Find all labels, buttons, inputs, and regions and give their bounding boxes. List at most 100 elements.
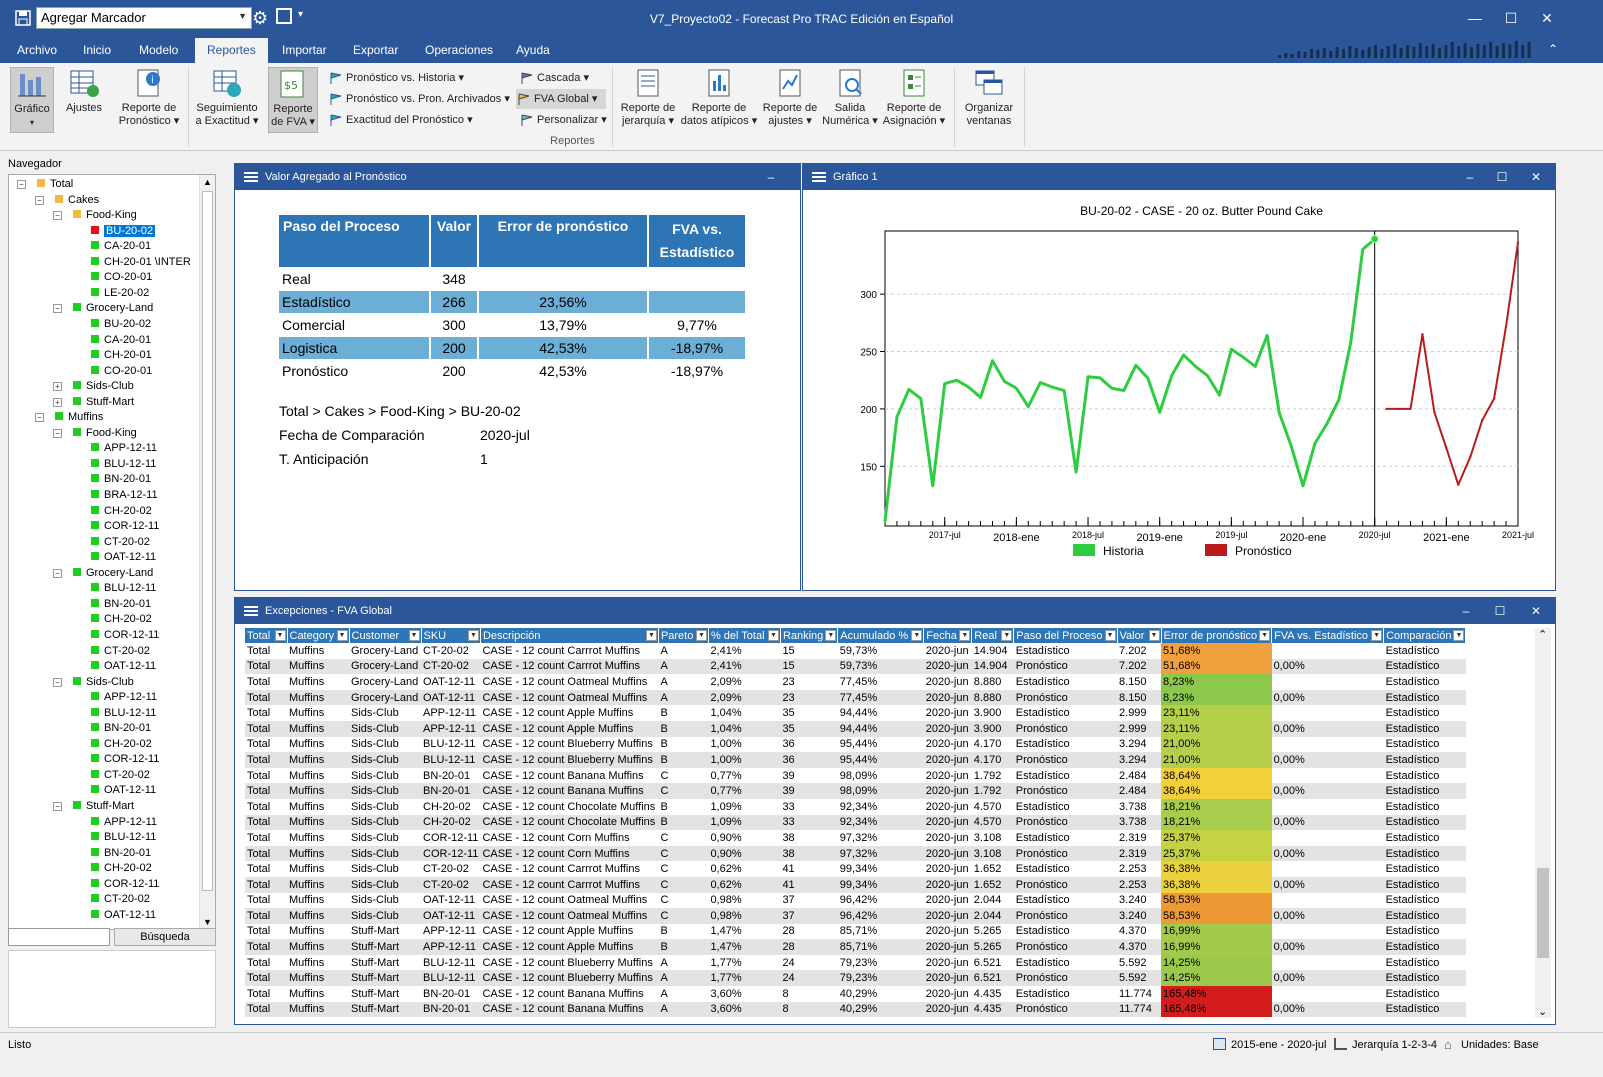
grid-header[interactable]: FVA vs. Estadístico ▼ [1271, 628, 1385, 643]
tab-reportes[interactable]: Reportes [195, 38, 268, 63]
tree-node[interactable]: BN-20-01 [91, 472, 151, 487]
grid-header[interactable]: SKU ▼ [421, 628, 481, 643]
tree-node[interactable]: CO-20-01 [91, 270, 152, 285]
scroll-down-icon[interactable]: ⌄ [1538, 1005, 1547, 1018]
tree-node[interactable]: LE-20-02 [91, 286, 149, 301]
table-row[interactable]: Total Muffins Sids-Club APP-12-11 CASE - 12 … [245, 720, 1466, 737]
expand-icon[interactable]: + [53, 397, 62, 407]
reporte-fva-button[interactable]: $5 Reporte de FVA ▾ [268, 67, 318, 133]
tree-node[interactable]: COR-12-11 [91, 877, 159, 892]
tab-ayuda[interactable]: Ayuda [507, 38, 559, 63]
close-panel-button[interactable]: ✕ [1523, 598, 1549, 624]
tab-archivo[interactable]: Archivo [8, 38, 66, 63]
grid-header[interactable]: Pareto ▼ [658, 628, 709, 643]
grid-header[interactable]: Comparación ▼ [1383, 628, 1467, 643]
grafico-button[interactable]: Gráfico ▾ [10, 67, 54, 133]
grid-header[interactable]: Paso del Proceso ▼ [1013, 628, 1118, 643]
tree-node[interactable]: BLU-12-11 [91, 706, 156, 721]
scroll-thumb[interactable] [202, 191, 213, 891]
maximize-button[interactable]: ☐ [1494, 6, 1528, 30]
table-row[interactable]: Total Muffins Sids-Club BLU-12-11 CASE - 12 … [245, 736, 1466, 753]
table-row[interactable]: Total Muffins Grocery-Land OAT-12-11 CASE - … [245, 674, 1466, 690]
search-button[interactable]: Búsqueda [114, 928, 216, 946]
table-row[interactable]: Total Muffins Sids-Club COR-12-11 CASE - 12 … [245, 845, 1466, 862]
hamburger-icon[interactable] [244, 172, 258, 182]
maximize-panel-button[interactable]: ☐ [1487, 598, 1513, 624]
tree-node[interactable]: CO-20-01 [91, 364, 152, 379]
ajustes-button[interactable]: Ajustes [60, 67, 108, 133]
tab-modelo[interactable]: Modelo [130, 38, 187, 63]
forecast-chart[interactable]: BU-20-02 - CASE - 20 oz. Butter Pound Ca… [803, 190, 1555, 590]
table-row[interactable]: Total Muffins Grocery-Land CT-20-02 CASE - 1… [245, 658, 1466, 675]
table-row[interactable]: Total Muffins Stuff-Mart BLU-12-11 CASE - 12… [245, 954, 1466, 971]
minimize-panel-button[interactable]: – [1453, 598, 1479, 624]
tree-node[interactable]: − Food-King [53, 208, 137, 223]
grid-scrollbar[interactable]: ⌃ ⌄ [1535, 628, 1551, 1018]
tree-node[interactable]: APP-12-11 [91, 815, 157, 830]
tree-node[interactable]: CT-20-02 [91, 535, 150, 550]
tree-node[interactable]: CH-20-01 [91, 348, 152, 363]
status-hierarchy[interactable]: Jerarquía 1-2-3-4 [1352, 1039, 1437, 1051]
minimize-panel-button[interactable]: – [758, 164, 784, 190]
grid-header[interactable]: Acumulado % ▼ [837, 628, 925, 643]
table-row[interactable]: Total Muffins Sids-Club OAT-12-11 CASE - 12 … [245, 908, 1466, 924]
tree-node[interactable]: CH-20-02 [91, 737, 152, 752]
expand-icon[interactable]: + [53, 382, 62, 392]
filter-dropdown-icon[interactable]: ▼ [645, 630, 657, 641]
tree-node[interactable]: COR-12-11 [91, 519, 159, 534]
tree-node[interactable]: OAT-12-11 [91, 659, 156, 674]
collapse-icon[interactable]: − [53, 304, 62, 314]
table-row[interactable]: Total Muffins Sids-Club CH-20-02 CASE - 12 c… [245, 798, 1466, 815]
tree-node[interactable]: − Grocery-Land [53, 566, 153, 581]
pron-vs-historia-button[interactable]: Pronóstico vs. Historia ▾ [328, 68, 464, 88]
tree-node[interactable]: BN-20-01 [91, 597, 151, 612]
grid-header[interactable]: Category ▼ [287, 628, 350, 643]
table-row[interactable]: Total Muffins Stuff-Mart APP-12-11 CASE - 12… [245, 923, 1466, 940]
table-row[interactable]: Total Muffins Sids-Club OAT-12-11 CASE - 12 … [245, 892, 1466, 909]
collapse-icon[interactable]: − [53, 568, 62, 578]
table-row[interactable]: Total Muffins Sids-Club COR-12-11 CASE - 12 … [245, 830, 1466, 846]
tree-node[interactable]: BU-20-02 [91, 224, 156, 239]
minimize-panel-button[interactable]: – [1457, 164, 1483, 190]
table-row[interactable]: Total Muffins Stuff-Mart BLU-12-11 CASE - 12… [245, 970, 1466, 987]
scroll-down-icon[interactable]: ▼ [203, 917, 212, 927]
table-row[interactable]: Total Muffins Stuff-Mart APP-12-11 CASE - 12… [245, 939, 1466, 955]
tree-scrollbar[interactable]: ▲ ▼ [199, 175, 215, 929]
grid-header[interactable]: Real ▼ [971, 628, 1015, 643]
navigator-tree[interactable]: − Total − Cakes − Food-King BU-20-02 CA-20-01 CH… [8, 174, 216, 930]
filter-dropdown-icon[interactable]: ▼ [1259, 630, 1271, 641]
table-row[interactable]: Total Muffins Grocery-Land OAT-12-11 CASE - … [245, 689, 1466, 706]
grid-header[interactable]: Descripción ▼ [480, 628, 659, 643]
tree-node[interactable]: BLU-12-11 [91, 457, 156, 472]
tree-node[interactable]: APP-12-11 [91, 441, 157, 456]
tree-node[interactable]: OAT-12-11 [91, 783, 156, 798]
exceptions-grid[interactable]: Total ▼ Category ▼ Customer ▼ SKU ▼ Descripción ▼… [245, 628, 1467, 1018]
ribbon-collapse-icon[interactable]: ⌃ [1548, 42, 1558, 56]
filter-dropdown-icon[interactable]: ▼ [1371, 630, 1383, 641]
collapse-icon[interactable]: − [53, 677, 62, 687]
hamburger-icon[interactable] [244, 606, 258, 616]
status-units[interactable]: Unidades: Base [1461, 1039, 1539, 1051]
fva-global-button[interactable]: FVA Global ▾ [516, 89, 606, 109]
grid-header[interactable]: % del Total ▼ [708, 628, 781, 643]
reporte-atipicos-button[interactable]: Reporte de datos atípicos ▾ [680, 67, 758, 133]
status-date-range[interactable]: 2015-ene - 2020-jul [1231, 1039, 1326, 1051]
tree-node[interactable]: − Food-King [53, 426, 137, 441]
tab-exportar[interactable]: Exportar [344, 38, 407, 63]
filter-dropdown-icon[interactable]: ▼ [959, 630, 971, 641]
grid-header[interactable]: Customer ▼ [349, 628, 422, 643]
tree-node[interactable]: − Grocery-Land [53, 301, 153, 316]
grid-header[interactable]: Fecha ▼ [923, 628, 973, 643]
hamburger-icon[interactable] [812, 172, 826, 182]
tree-node[interactable]: − Cakes [35, 193, 99, 208]
table-row[interactable]: Total Muffins Sids-Club CT-20-02 CASE - 12 c… [245, 876, 1466, 893]
seguimiento-button[interactable]: Seguimiento a Exactitud ▾ [192, 67, 262, 133]
filter-dropdown-icon[interactable]: ▼ [1001, 630, 1013, 641]
maximize-panel-button[interactable]: ☐ [1489, 164, 1515, 190]
close-button[interactable]: ✕ [1530, 6, 1564, 30]
tree-node[interactable]: BLU-12-11 [91, 830, 156, 845]
filter-dropdown-icon[interactable]: ▼ [274, 630, 286, 641]
tree-node[interactable]: COR-12-11 [91, 752, 159, 767]
tab-inicio[interactable]: Inicio [74, 38, 120, 63]
tree-node[interactable]: CT-20-02 [91, 768, 150, 783]
